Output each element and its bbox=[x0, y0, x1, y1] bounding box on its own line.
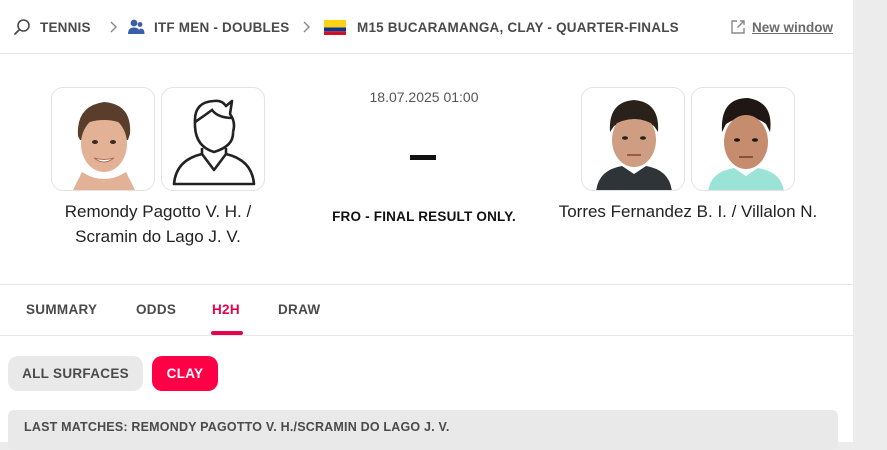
tab-summary[interactable]: SUMMARY bbox=[26, 302, 97, 317]
home-team-name-line2: Scramin do Lago J. V. bbox=[75, 227, 241, 246]
tab-odds[interactable]: ODDS bbox=[136, 302, 176, 317]
away-player-2-avatar[interactable] bbox=[691, 87, 795, 191]
chevron-right-icon bbox=[299, 17, 313, 37]
away-team-name-line1: Torres Fernandez B. I. / Villalon N. bbox=[558, 202, 818, 221]
away-player-1-avatar[interactable] bbox=[581, 87, 685, 191]
match-score bbox=[410, 155, 436, 160]
player-placeholder-icon[interactable] bbox=[161, 87, 265, 191]
breadcrumb: TENNIS ITF MEN - DOUBLES M15 BUCARAMANGA… bbox=[0, 0, 853, 54]
last-matches-header: LAST MATCHES: REMONDY PAGOTTO V. H./SCRA… bbox=[8, 410, 838, 450]
breadcrumb-sport[interactable]: TENNIS bbox=[12, 17, 91, 37]
person-group-icon bbox=[126, 17, 146, 37]
page-background-strip bbox=[853, 0, 887, 442]
search-icon bbox=[12, 17, 32, 37]
home-player-1-avatar[interactable] bbox=[51, 87, 155, 191]
breadcrumb-category-label: ITF MEN - DOUBLES bbox=[154, 19, 290, 35]
breadcrumb-sport-label: TENNIS bbox=[40, 19, 91, 35]
new-window-label: New window bbox=[752, 19, 833, 35]
home-team-name-line1: Remondy Pagotto V. H. / bbox=[64, 202, 252, 221]
tab-draw[interactable]: DRAW bbox=[278, 302, 320, 317]
external-link-icon bbox=[730, 19, 746, 35]
chevron-right-icon bbox=[106, 17, 120, 37]
clay-filter-button[interactable]: CLAY bbox=[152, 356, 218, 391]
all-surfaces-button[interactable]: ALL SURFACES bbox=[8, 356, 143, 391]
breadcrumb-tournament-label: M15 BUCARAMANGA, CLAY - QUARTER-FINALS bbox=[357, 19, 679, 35]
match-datetime: 18.07.2025 01:00 bbox=[369, 89, 479, 105]
away-team-name[interactable]: Torres Fernandez B. I. / Villalon N. bbox=[533, 199, 843, 224]
match-panel: TENNIS ITF MEN - DOUBLES M15 BUCARAMANGA… bbox=[0, 0, 853, 450]
breadcrumb-tournament[interactable]: M15 BUCARAMANGA, CLAY - QUARTER-FINALS bbox=[323, 17, 679, 37]
match-tabs: SUMMARY ODDS H2H DRAW bbox=[0, 284, 853, 336]
active-tab-indicator bbox=[211, 331, 243, 335]
last-matches-title: LAST MATCHES: REMONDY PAGOTTO V. H./SCRA… bbox=[24, 420, 450, 434]
match-status: FRO - FINAL RESULT ONLY. bbox=[332, 209, 516, 224]
tab-h2h[interactable]: H2H bbox=[212, 302, 240, 317]
new-window-link[interactable]: New window bbox=[730, 17, 833, 37]
breadcrumb-category[interactable]: ITF MEN - DOUBLES bbox=[126, 17, 289, 37]
home-team-name[interactable]: Remondy Pagotto V. H. / Scramin do Lago … bbox=[28, 199, 288, 249]
colombia-flag-icon bbox=[323, 17, 347, 37]
